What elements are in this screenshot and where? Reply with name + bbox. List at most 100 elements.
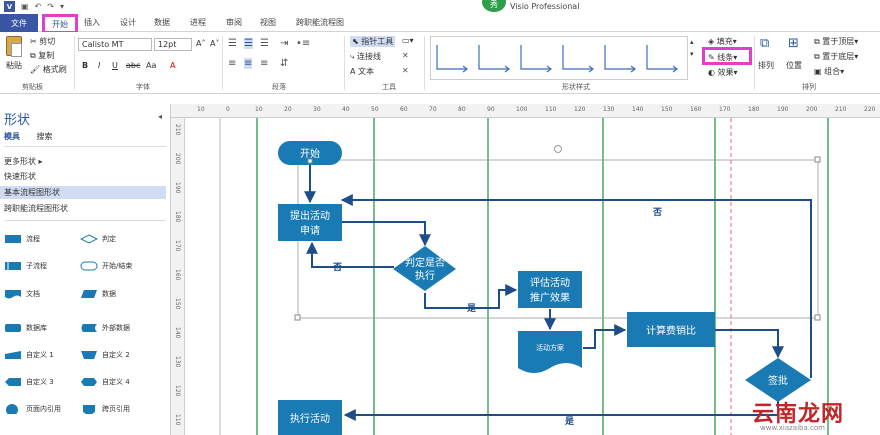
underline-button[interactable]: U [112, 61, 118, 70]
font-size-select[interactable]: 12pt [154, 38, 192, 51]
shape-custom-3[interactable]: 自定义 3 [4, 377, 54, 387]
rotation-handle-icon[interactable] [554, 145, 562, 153]
shape-custom-4[interactable]: 自定义 4 [80, 377, 130, 387]
connector-tool-button[interactable]: ⤷ 连接线 [350, 51, 381, 62]
shrink-font-button[interactable]: A˅ [210, 39, 219, 48]
align-left-icon[interactable]: ≡ [228, 58, 236, 69]
bullets-icon[interactable]: •≡ [296, 38, 310, 49]
cut-button[interactable]: ✂ 剪切 [30, 36, 55, 47]
customize-icon[interactable]: ▾ [60, 2, 64, 11]
font-color-button[interactable]: A [170, 61, 175, 70]
tab-data[interactable]: 数据 [154, 17, 170, 28]
copy-button[interactable]: ⧉ 复制 [30, 50, 54, 61]
collapse-panel-icon[interactable]: ◂ [158, 112, 162, 121]
drawing-canvas[interactable]: 开始 提出活动 申请 判定是否 执行 评估活动 推广效果 活动方案 计算费销比 … [185, 118, 880, 435]
evaluate-node[interactable]: 评估活动 推广效果 [518, 271, 582, 308]
start-node[interactable]: 开始 [278, 141, 342, 165]
plan-document-node[interactable]: 活动方案 [518, 331, 582, 373]
shape-data[interactable]: 数据 [80, 289, 116, 299]
tab-home[interactable]: 开始 [42, 14, 78, 34]
fill-button[interactable]: ◈ 填充▾ [708, 36, 737, 47]
quick-shapes-item[interactable]: 快速形状 [4, 171, 36, 182]
execute-node[interactable]: 执行活动 [278, 400, 342, 435]
paste-icon[interactable] [6, 36, 22, 57]
save-icon[interactable]: ▣ [21, 2, 29, 11]
shape-label: 开始/结束 [102, 262, 133, 270]
shape-document[interactable]: 文档 [4, 289, 40, 299]
shape-styles-gallery[interactable] [430, 36, 688, 80]
start-label: 开始 [300, 147, 320, 160]
style-thumb [436, 45, 678, 73]
gallery-scroll-down-icon[interactable]: ▾ [690, 50, 694, 58]
shape-database[interactable]: 数据库 [4, 323, 47, 333]
text-tool-button[interactable]: A 文本 [350, 66, 374, 77]
send-back-button[interactable]: ⧉ 置于底层▾ [814, 51, 858, 62]
tab-review[interactable]: 审阅 [226, 17, 242, 28]
basic-flowchart-item[interactable]: 基本流程图形状 [4, 187, 60, 198]
tab-search[interactable]: 搜索 [37, 132, 53, 141]
bold-button[interactable]: B [82, 61, 88, 70]
close-shape-icon[interactable]: ✕ [402, 51, 409, 60]
grow-font-button[interactable]: A˄ [196, 39, 205, 48]
align-center-icon[interactable]: ≡ [244, 58, 253, 69]
bring-front-button[interactable]: ⧉ 置于顶层▾ [814, 36, 858, 47]
more-shapes-item[interactable]: 更多形状 ▸ [4, 156, 43, 167]
shape-process[interactable]: 流程 [4, 234, 40, 244]
tab-design[interactable]: 设计 [120, 17, 136, 28]
rectangle-icon[interactable]: ▭▾ [402, 36, 414, 45]
strikethrough-button[interactable]: abc [126, 61, 140, 70]
decision-node[interactable]: 判定是否 执行 [393, 246, 456, 291]
ruler-tick-label: 210 [835, 106, 847, 113]
shape-label: 子流程 [26, 262, 47, 270]
shapes-panel: 形状 ◂ 模具 搜索 更多形状 ▸ 快速形状 基本流程图形状 跨职能流程图形状 … [0, 104, 171, 435]
tab-stencils[interactable]: 模具 [4, 132, 20, 141]
shape-terminator[interactable]: 开始/结束 [80, 261, 132, 271]
tab-insert[interactable]: 插入 [84, 17, 100, 28]
resize-handle[interactable] [814, 314, 821, 321]
resize-handle[interactable] [814, 156, 821, 163]
ruler-tick-label: 110 [174, 414, 181, 426]
shape-custom-2[interactable]: 自定义 2 [80, 350, 130, 360]
group-button[interactable]: ▣ 组合▾ [814, 66, 844, 77]
shape-subprocess[interactable]: 子流程 [4, 261, 47, 271]
text-direction-icon[interactable]: ⇵ [280, 58, 288, 69]
submit-request-node[interactable]: 提出活动 申请 [278, 204, 342, 241]
calc-ratio-node[interactable]: 计算费销比 [627, 312, 715, 347]
format-painter-button[interactable]: 🖌 格式刷 [30, 64, 67, 75]
align-bottom-icon[interactable]: ☰ [260, 38, 269, 49]
arrange-button[interactable]: 排列 [758, 60, 774, 71]
effect-button[interactable]: ◐ 效果▾ [708, 67, 738, 78]
ruler-tick-label: 120 [174, 385, 181, 397]
tab-view[interactable]: 视图 [260, 17, 276, 28]
paste-button[interactable]: 粘贴 [6, 60, 22, 71]
shape-off-page-reference[interactable]: 跨页引用 [80, 404, 130, 414]
badge-icon: 秀 [482, 0, 506, 12]
change-case-button[interactable]: Aa [146, 61, 156, 70]
divider [4, 220, 166, 221]
pointer-tool-button[interactable]: ⬉ 指针工具 [350, 36, 396, 47]
align-middle-icon[interactable]: ☰ [244, 38, 253, 49]
position-button[interactable]: 位置 [786, 60, 802, 71]
cross-functional-item[interactable]: 跨职能流程图形状 [4, 203, 68, 214]
resize-handle[interactable] [294, 314, 301, 321]
shape-decision[interactable]: 判定 [80, 234, 116, 244]
position-icon[interactable]: ⊞ [788, 36, 799, 51]
ruler-tick-label: 170 [174, 240, 181, 252]
italic-button[interactable]: I [98, 61, 100, 70]
separator [74, 36, 75, 90]
redo-icon[interactable]: ↷ [47, 2, 54, 11]
connection-point-icon[interactable]: ✕ [402, 66, 409, 75]
shape-custom-1[interactable]: 自定义 1 [4, 350, 54, 360]
tab-process[interactable]: 进程 [190, 17, 206, 28]
font-name-select[interactable]: Calisto MT [78, 38, 152, 51]
shape-on-page-reference[interactable]: 页面内引用 [4, 404, 61, 414]
tab-cross-functional[interactable]: 跨职能流程图 [296, 17, 344, 28]
gallery-scroll-icon[interactable]: ▴ [690, 38, 694, 46]
arrange-icon[interactable]: ⧉ [760, 36, 769, 51]
tab-file[interactable]: 文件 [0, 14, 38, 32]
undo-icon[interactable]: ↶ [35, 2, 42, 11]
align-top-icon[interactable]: ☰ [228, 38, 237, 49]
indent-icon[interactable]: ⇥ [280, 38, 288, 49]
align-right-icon[interactable]: ≡ [260, 58, 268, 69]
shape-external-data[interactable]: 外部数据 [80, 323, 130, 333]
